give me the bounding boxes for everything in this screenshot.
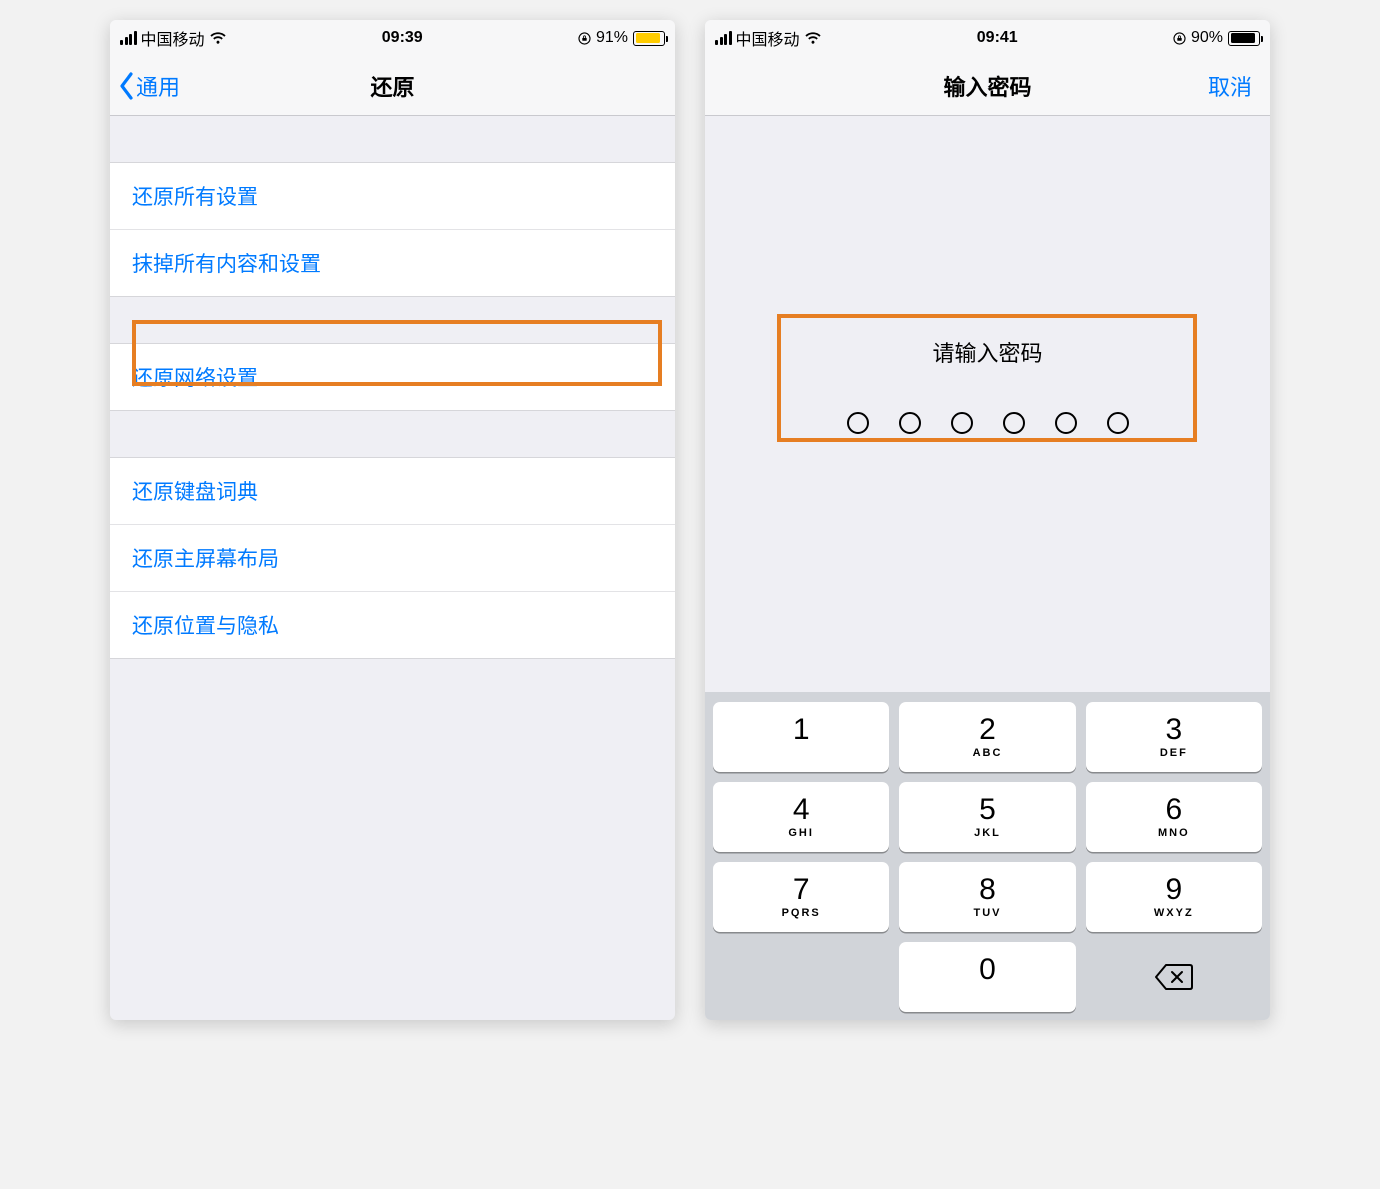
key-6[interactable]: 6MNO	[1086, 782, 1262, 852]
number-keypad: 1 2ABC 3DEF 4GHI 5JKL 6MNO 7PQRS 8TUV 9W…	[705, 692, 1270, 1020]
orientation-lock-icon	[578, 32, 591, 45]
carrier-label: 中国移动	[141, 26, 205, 50]
cancel-button[interactable]: 取消	[1208, 70, 1252, 102]
passcode-dot	[1003, 412, 1025, 434]
key-4[interactable]: 4GHI	[713, 782, 889, 852]
chevron-left-icon	[118, 71, 136, 101]
list-group-1: 还原所有设置 抹掉所有内容和设置	[110, 162, 675, 297]
reset-all-settings[interactable]: 还原所有设置	[110, 163, 675, 230]
key-0[interactable]: 0	[899, 942, 1075, 1012]
back-label: 通用	[136, 70, 180, 102]
passcode-area: 请输入密码	[705, 116, 1270, 692]
status-time: 09:39	[382, 29, 423, 47]
key-7[interactable]: 7PQRS	[713, 862, 889, 932]
carrier-label: 中国移动	[736, 26, 800, 50]
signal-icon	[715, 31, 732, 45]
page-title: 输入密码	[943, 70, 1031, 102]
passcode-dot	[951, 412, 973, 434]
key-2[interactable]: 2ABC	[899, 702, 1075, 772]
key-1[interactable]: 1	[713, 702, 889, 772]
key-3[interactable]: 3DEF	[1086, 702, 1262, 772]
key-8[interactable]: 8TUV	[899, 862, 1075, 932]
status-bar: 中国移动 09:39 91%	[110, 20, 675, 56]
status-time: 09:41	[977, 29, 1018, 47]
list-group-2: 还原网络设置	[110, 343, 675, 411]
reset-network-settings[interactable]: 还原网络设置	[110, 344, 675, 410]
key-5[interactable]: 5JKL	[899, 782, 1075, 852]
nav-bar: 通用 还原	[110, 56, 675, 116]
key-9[interactable]: 9WXYZ	[1086, 862, 1262, 932]
status-bar: 中国移动 09:41 90%	[705, 20, 1270, 56]
reset-location-privacy[interactable]: 还原位置与隐私	[110, 592, 675, 658]
passcode-dot	[899, 412, 921, 434]
nav-bar: 输入密码 取消	[705, 56, 1270, 116]
reset-keyboard-dict[interactable]: 还原键盘词典	[110, 458, 675, 525]
backspace-icon	[1154, 963, 1194, 991]
passcode-prompt: 请输入密码	[932, 336, 1042, 368]
left-phone: 中国移动 09:39 91% 通用 还原 还原所有设置 抹掉所有内容和设置 还原…	[110, 20, 675, 1020]
battery-icon	[1228, 31, 1260, 46]
wifi-icon	[209, 31, 227, 45]
key-delete[interactable]	[1086, 942, 1262, 1012]
right-phone: 中国移动 09:41 90% 输入密码 取消 请输入密码 1 2ABC 3DEF…	[705, 20, 1270, 1020]
passcode-dots	[847, 412, 1129, 434]
orientation-lock-icon	[1173, 32, 1186, 45]
key-blank	[713, 942, 889, 1012]
wifi-icon	[804, 31, 822, 45]
passcode-dot	[1107, 412, 1129, 434]
list-group-3: 还原键盘词典 还原主屏幕布局 还原位置与隐私	[110, 457, 675, 659]
battery-pct: 90%	[1191, 29, 1223, 47]
battery-pct: 91%	[596, 29, 628, 47]
reset-home-layout[interactable]: 还原主屏幕布局	[110, 525, 675, 592]
signal-icon	[120, 31, 137, 45]
passcode-dot	[1055, 412, 1077, 434]
battery-icon	[633, 31, 665, 46]
page-title: 还原	[370, 70, 414, 102]
back-button[interactable]: 通用	[118, 70, 180, 102]
passcode-dot	[847, 412, 869, 434]
erase-all-content[interactable]: 抹掉所有内容和设置	[110, 230, 675, 296]
